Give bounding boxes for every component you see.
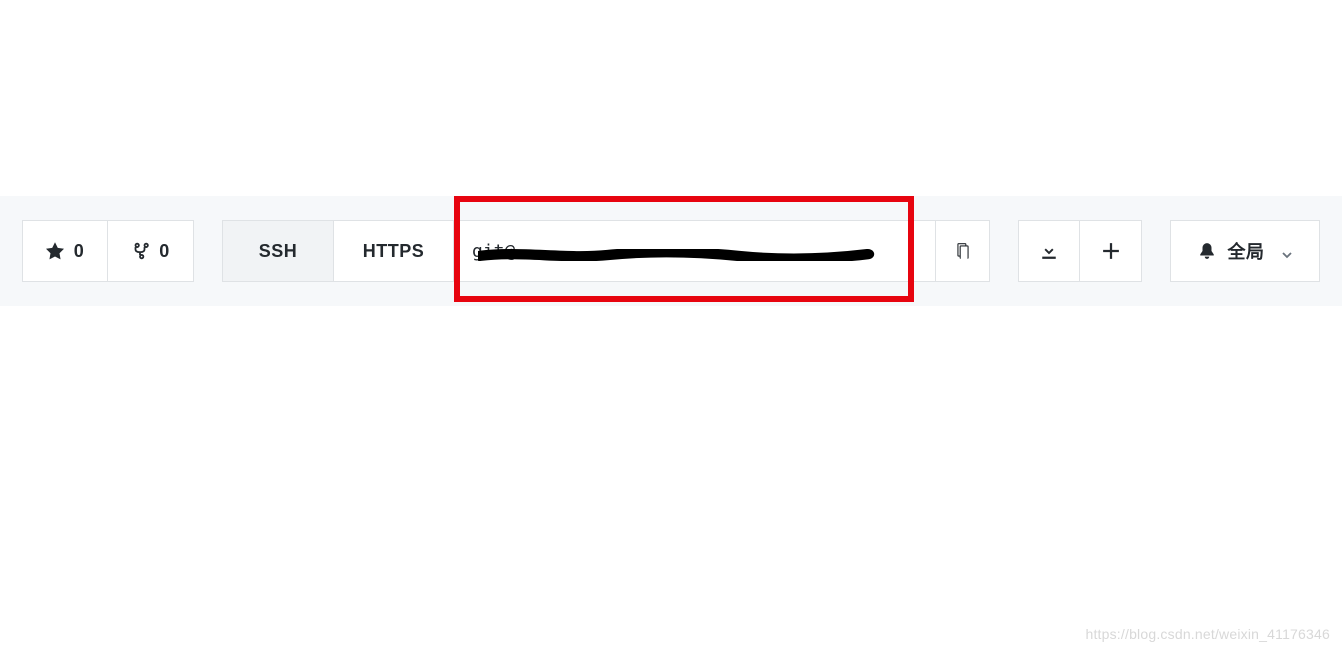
- notifications-dropdown[interactable]: 全局: [1170, 220, 1320, 282]
- notifications-label: 全局: [1228, 238, 1265, 264]
- fork-count: 0: [159, 241, 170, 262]
- actions-group: [1018, 220, 1142, 282]
- clone-url-input[interactable]: git@: [454, 220, 936, 282]
- redaction-stroke: [478, 245, 911, 257]
- tab-ssh[interactable]: SSH: [222, 220, 334, 282]
- chevron-down-icon: [1281, 245, 1293, 257]
- stats-group: 0 0: [22, 220, 194, 282]
- copy-icon: [954, 242, 972, 260]
- download-icon: [1040, 242, 1058, 260]
- fork-button[interactable]: 0: [108, 220, 194, 282]
- repo-action-toolbar: 0 0 SSH HTTPS git@: [0, 196, 1342, 306]
- plus-icon: [1102, 242, 1120, 260]
- clone-url-value: git@: [472, 241, 515, 262]
- clone-tabs: SSH HTTPS: [222, 220, 454, 282]
- add-button[interactable]: [1080, 220, 1142, 282]
- bell-icon: [1198, 242, 1216, 260]
- download-button[interactable]: [1018, 220, 1080, 282]
- watermark-text: https://blog.csdn.net/weixin_41176346: [1085, 626, 1330, 642]
- tab-ssh-label: SSH: [259, 241, 298, 262]
- clone-cluster: SSH HTTPS git@: [222, 220, 990, 282]
- copy-url-button[interactable]: [936, 220, 990, 282]
- tab-https[interactable]: HTTPS: [334, 220, 454, 282]
- star-count: 0: [74, 241, 85, 262]
- star-icon: [46, 242, 64, 260]
- tab-https-label: HTTPS: [363, 241, 425, 262]
- star-button[interactable]: 0: [22, 220, 108, 282]
- fork-icon: [131, 242, 149, 260]
